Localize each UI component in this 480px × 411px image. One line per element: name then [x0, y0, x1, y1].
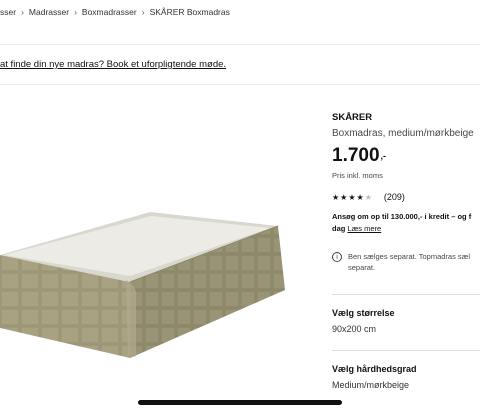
breadcrumb-item-madrasser[interactable]: Madrasser [29, 7, 69, 17]
firmness-selector-value[interactable]: Medium/mørkbeige [332, 380, 409, 390]
breadcrumb: sser › Madrasser › Boxmadrasser › SKÅRER… [0, 0, 480, 24]
product-image[interactable] [0, 200, 290, 360]
star-icon: ★ [340, 192, 348, 202]
size-selector-value[interactable]: 90x200 cm [332, 324, 376, 334]
breadcrumb-item-mattresses-parent[interactable]: sser [0, 7, 16, 17]
vat-note: Pris inkl. moms [332, 171, 383, 180]
star-icon: ★ [332, 192, 340, 202]
product-info: SKÅRER Boxmadras, medium/mørkbeige 1.700… [332, 112, 480, 273]
star-icon: ★ [364, 192, 372, 202]
star-rating: ★ ★ ★ ★ ★ [332, 193, 372, 202]
sold-separately-note: i Ben sælges separat. Topmadras sæl sepa… [332, 251, 480, 273]
credit-offer-text-2: dag [332, 224, 346, 233]
credit-offer: Ansøg om op til 130.000,- i kredit – og … [332, 211, 480, 235]
divider [0, 44, 480, 45]
review-count[interactable]: (209) [384, 192, 405, 202]
price-suffix: ,- [380, 151, 387, 161]
credit-offer-text: Ansøg om op til 130.000,- i kredit – og … [332, 212, 472, 221]
breadcrumb-item-current: SKÅRER Boxmadras [149, 7, 230, 17]
size-selector-title[interactable]: Vælg størrelse [332, 308, 395, 318]
home-indicator[interactable] [138, 400, 342, 405]
booking-banner-link[interactable]: at finde din nye madras? Book et uforpli… [0, 54, 480, 76]
divider [332, 294, 480, 295]
divider [0, 84, 480, 85]
chevron-right-icon: › [74, 7, 77, 17]
product-price: 1.700 ,- [332, 145, 480, 167]
rating-row[interactable]: ★ ★ ★ ★ ★ (209) [332, 192, 480, 202]
price-value: 1.700 [332, 145, 380, 166]
product-description: Boxmadras, medium/mørkbeige [332, 128, 474, 139]
divider [332, 350, 480, 351]
firmness-selector-title[interactable]: Vælg hårdhedsgrad [332, 364, 417, 374]
breadcrumb-item-boxmadrasser[interactable]: Boxmadrasser [82, 7, 137, 17]
note-text-line1: Ben sælges separat. Topmadras sæl [348, 252, 471, 261]
read-more-link[interactable]: Læs mere [347, 224, 381, 233]
star-icon: ★ [348, 192, 356, 202]
star-icon: ★ [356, 192, 364, 202]
chevron-right-icon: › [21, 7, 24, 17]
note-text-line2: separat. [348, 263, 376, 272]
info-icon: i [332, 252, 342, 262]
product-name: SKÅRER [332, 112, 373, 123]
chevron-right-icon: › [141, 7, 145, 17]
